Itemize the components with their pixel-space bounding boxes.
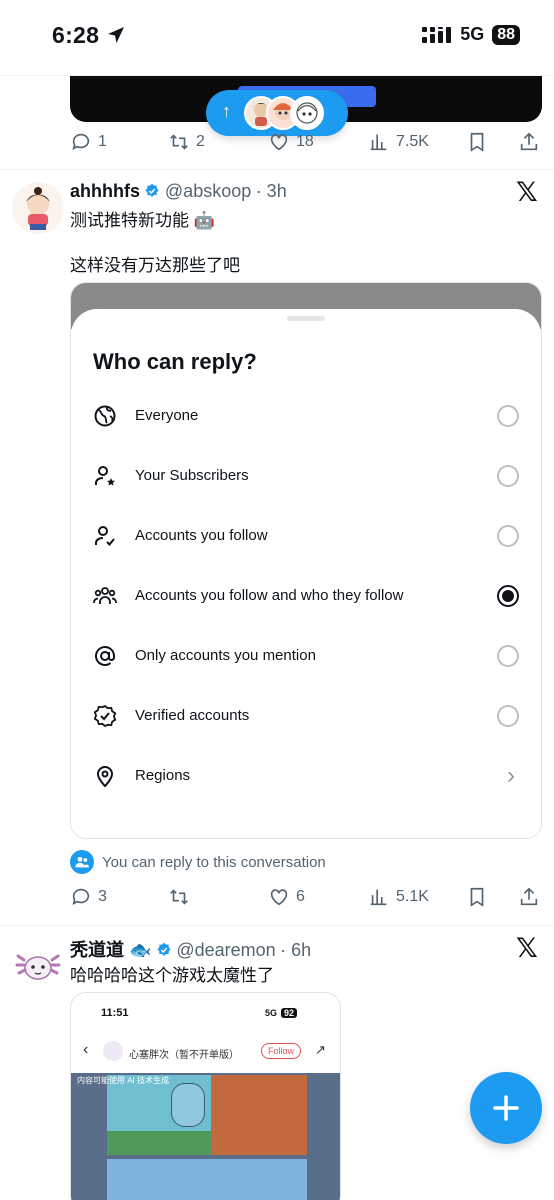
- tweet-actions: 3 6 5.1K: [70, 886, 542, 910]
- like-button[interactable]: 18: [268, 131, 314, 153]
- reply-option-subscribers[interactable]: Your Subscribers: [71, 456, 541, 496]
- plus-icon: [493, 1095, 519, 1121]
- reply-option-regions[interactable]: Regions ›: [71, 756, 541, 796]
- reply-icon: [72, 133, 90, 150]
- share-button[interactable]: [518, 131, 540, 153]
- reply-option-everyone[interactable]: Everyone: [71, 396, 541, 436]
- tweet-actions: 1 2 18 7.5K: [70, 131, 542, 155]
- like-button[interactable]: 6: [268, 886, 305, 908]
- tweet-time: · 3h: [255, 181, 287, 201]
- author-handle[interactable]: @dearemon: [176, 940, 275, 960]
- tweet-header: ahhhhfs @abskoop · 3h: [70, 181, 287, 202]
- people-icon: [93, 587, 117, 604]
- signal-icon: [422, 26, 452, 43]
- views-icon: [370, 889, 387, 906]
- views-icon: [370, 134, 387, 151]
- tweet-text-line: 哈哈哈哈这个游戏太魔性了: [70, 966, 274, 985]
- views-button[interactable]: 5.1K: [368, 886, 429, 908]
- game-screenshot: 内容可能使用 AI 技术生成: [71, 1073, 340, 1200]
- compose-button[interactable]: [470, 1072, 542, 1144]
- battery-level: 88: [492, 24, 520, 45]
- divider: [0, 169, 554, 170]
- bookmark-icon: [470, 887, 484, 907]
- reply-settings-sheet: Who can reply? Everyone Your Subscribers…: [71, 309, 541, 838]
- ai-notice: 内容可能使用 AI 技术生成: [77, 1076, 170, 1085]
- avatar: [103, 1041, 123, 1061]
- author-name[interactable]: ahhhhfs: [70, 181, 140, 201]
- reply-button[interactable]: 1: [70, 131, 107, 153]
- arrow-up-icon: ↑: [222, 101, 231, 121]
- repost-icon: [170, 134, 188, 150]
- share-button[interactable]: [518, 886, 540, 908]
- location-pin-icon: [96, 766, 114, 788]
- reply-icon: [72, 888, 90, 905]
- at-icon: [95, 645, 115, 666]
- views-button[interactable]: 7.5K: [368, 131, 429, 153]
- globe-icon: [94, 405, 116, 427]
- tweet-text-line: 测试推特新功能 🤖: [70, 211, 215, 230]
- tweet-header: 秃道道 🐟 @dearemon · 6h: [70, 936, 311, 962]
- bookmark-icon: [470, 132, 484, 152]
- reply-option-mentioned[interactable]: Only accounts you mention: [71, 636, 541, 676]
- bookmark-button[interactable]: [466, 886, 488, 908]
- share-icon: [520, 887, 538, 906]
- tweet-image-card[interactable]: 11:51 5G 92 ‹ 心塞胖次（暂不开单版） Follow ↗ 内容可能使…: [70, 992, 341, 1200]
- tweet-image-card[interactable]: Who can reply? Everyone Your Subscribers…: [70, 282, 542, 839]
- reply-button[interactable]: 3: [70, 886, 107, 908]
- radio-button[interactable]: [497, 525, 519, 547]
- repost-button[interactable]: 2: [168, 131, 205, 153]
- follow-button: Follow: [261, 1043, 302, 1059]
- embedded-status-time: 11:51: [101, 1007, 129, 1019]
- chevron-right-icon: ›: [507, 762, 515, 789]
- share-icon: [520, 132, 538, 151]
- avatar: [290, 96, 324, 130]
- sheet-title: Who can reply?: [93, 349, 257, 374]
- radio-button[interactable]: [497, 405, 519, 427]
- back-chevron-icon: ‹: [83, 1041, 89, 1058]
- reply-permission-note: You can reply to this conversation: [70, 850, 326, 874]
- radio-button[interactable]: [497, 705, 519, 727]
- author-name[interactable]: 秃道道 🐟: [70, 940, 151, 960]
- heart-icon: [270, 889, 288, 906]
- repost-button[interactable]: [168, 886, 196, 908]
- grass: [107, 1131, 211, 1155]
- sheet-handle: [287, 316, 325, 321]
- radio-button[interactable]: [497, 645, 519, 667]
- people-icon: [70, 850, 94, 874]
- person-check-icon: [95, 526, 115, 546]
- room-scene: [211, 1075, 307, 1155]
- repost-icon: [170, 889, 188, 905]
- reply-option-verified[interactable]: Verified accounts: [71, 696, 541, 736]
- avatar[interactable]: [12, 182, 64, 234]
- divider: [0, 925, 554, 926]
- location-arrow-icon: [107, 27, 124, 43]
- radio-button[interactable]: [497, 465, 519, 487]
- character: [171, 1083, 205, 1127]
- verified-badge-icon: [145, 183, 160, 197]
- share-icon: ↗: [315, 1042, 326, 1057]
- subscriber-icon: [95, 466, 115, 486]
- verified-badge-icon: [157, 942, 171, 956]
- author-handle[interactable]: @abskoop: [165, 181, 251, 201]
- reply-option-following[interactable]: Accounts you follow: [71, 516, 541, 556]
- tweet-time: · 6h: [280, 940, 312, 960]
- bookmark-button[interactable]: [466, 131, 488, 153]
- x-logo-icon: 𝕏: [516, 177, 538, 208]
- avatar[interactable]: [12, 938, 64, 990]
- embedded-title: 心塞胖次（暂不开单版）: [129, 1050, 239, 1061]
- reply-option-following-network[interactable]: Accounts you follow and who they follow: [71, 576, 541, 616]
- radio-button-selected[interactable]: [497, 585, 519, 607]
- scene-lower: [107, 1159, 307, 1200]
- network-label: 5G: [460, 24, 485, 44]
- heart-icon: [270, 134, 288, 151]
- tweet-text-line: 这样没有万达那些了吧: [70, 256, 240, 275]
- status-indicators: 5G 88: [422, 24, 520, 45]
- verified-badge-icon: [93, 704, 117, 728]
- x-logo-icon: 𝕏: [516, 933, 538, 964]
- status-time: 6:28: [52, 22, 126, 49]
- embedded-status-indicators: 5G 92: [265, 1008, 298, 1018]
